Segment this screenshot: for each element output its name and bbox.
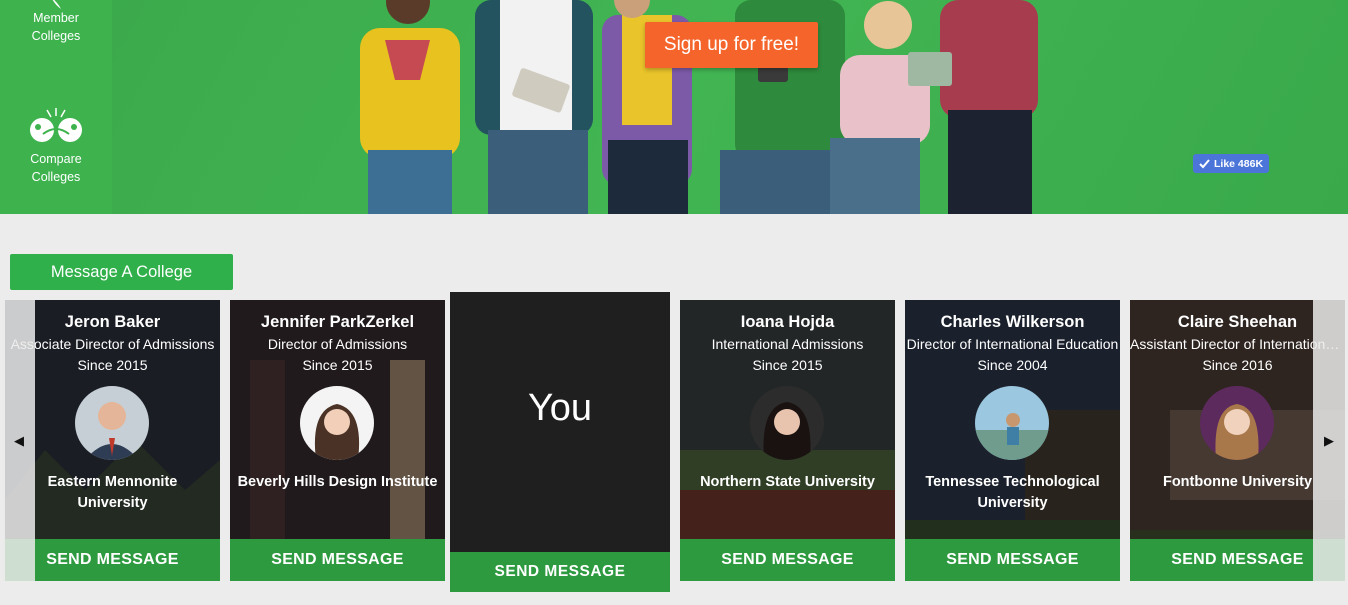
send-message-button[interactable]: SEND MESSAGE bbox=[905, 539, 1120, 581]
carousel-next-arrow[interactable]: ▶ bbox=[1313, 300, 1345, 581]
college-name: Tennessee Technological University bbox=[925, 474, 1100, 511]
rep-role: International Admissions bbox=[711, 336, 864, 352]
sidebar-item-label: Colleges bbox=[31, 29, 81, 43]
check-icon bbox=[1199, 158, 1210, 168]
avatar bbox=[75, 386, 149, 460]
college-name: Eastern Mennonite University bbox=[47, 474, 178, 511]
chevron-right-icon: ▶ bbox=[1324, 432, 1334, 448]
college-name: Beverly Hills Design Institute bbox=[237, 474, 438, 490]
college-name: Northern State University bbox=[700, 474, 875, 490]
college-rep-card: Jeron Baker Associate Director of Admiss… bbox=[5, 300, 220, 581]
avatar bbox=[300, 386, 374, 460]
rep-role: Director of International Education bbox=[906, 336, 1119, 352]
rep-name: Ioana Hojda bbox=[740, 313, 835, 331]
avatar bbox=[1200, 386, 1274, 460]
rep-name: Jennifer ParkZerkel bbox=[260, 313, 415, 331]
sidebar-item-label: Member bbox=[33, 11, 79, 25]
chevron-left-icon: ◀ bbox=[14, 432, 24, 448]
rep-role: Associate Director of Admissions bbox=[10, 336, 215, 352]
rep-name: Jeron Baker bbox=[64, 313, 161, 331]
member-colleges-icon bbox=[52, 0, 61, 9]
sidebar-item-label: Compare bbox=[30, 152, 82, 166]
facebook-like-button[interactable]: Like 486K bbox=[1193, 154, 1270, 173]
college-name: Fontbonne University bbox=[1162, 474, 1313, 490]
sidebar-item-label: Colleges bbox=[31, 170, 81, 184]
sidebar-item-member-colleges[interactable]: Member Colleges bbox=[0, 0, 112, 45]
sidebar: Member Colleges Compare Colleges bbox=[0, 0, 112, 214]
carousel-prev-arrow[interactable]: ◀ bbox=[3, 300, 35, 581]
compare-colleges-icon bbox=[30, 108, 82, 142]
facebook-like-label: Like 486K bbox=[1214, 157, 1264, 170]
college-rep-card: Charles Wilkerson Director of Internatio… bbox=[905, 300, 1120, 581]
rep-since: Since 2015 bbox=[302, 357, 373, 373]
college-rep-card: Jennifer ParkZerkel Director of Admissio… bbox=[230, 300, 445, 581]
rep-since: Since 2015 bbox=[752, 357, 823, 373]
rep-since: Since 2004 bbox=[977, 357, 1048, 373]
rep-since: Since 2015 bbox=[77, 357, 148, 373]
send-message-button[interactable]: SEND MESSAGE bbox=[450, 552, 670, 592]
send-message-button[interactable]: SEND MESSAGE bbox=[5, 539, 220, 581]
signup-button[interactable]: Sign up for free! bbox=[645, 22, 818, 68]
rep-role: Director of Admissions bbox=[267, 336, 408, 352]
avatar bbox=[975, 386, 1049, 460]
hero-banner: Member Colleges Compare Colleges Sign up… bbox=[0, 0, 1348, 214]
you-card: You SEND MESSAGE bbox=[450, 292, 670, 592]
sidebar-item-compare-colleges[interactable]: Compare Colleges bbox=[0, 106, 112, 186]
you-label: You bbox=[527, 387, 593, 429]
send-message-button[interactable]: SEND MESSAGE bbox=[680, 539, 895, 581]
rep-name: Charles Wilkerson bbox=[940, 313, 1085, 331]
avatar bbox=[750, 386, 824, 460]
message-a-college-button[interactable]: Message A College bbox=[10, 254, 233, 290]
send-message-button[interactable]: SEND MESSAGE bbox=[230, 539, 445, 581]
college-rep-card: Ioana Hojda International Admissions Sin… bbox=[680, 300, 895, 581]
